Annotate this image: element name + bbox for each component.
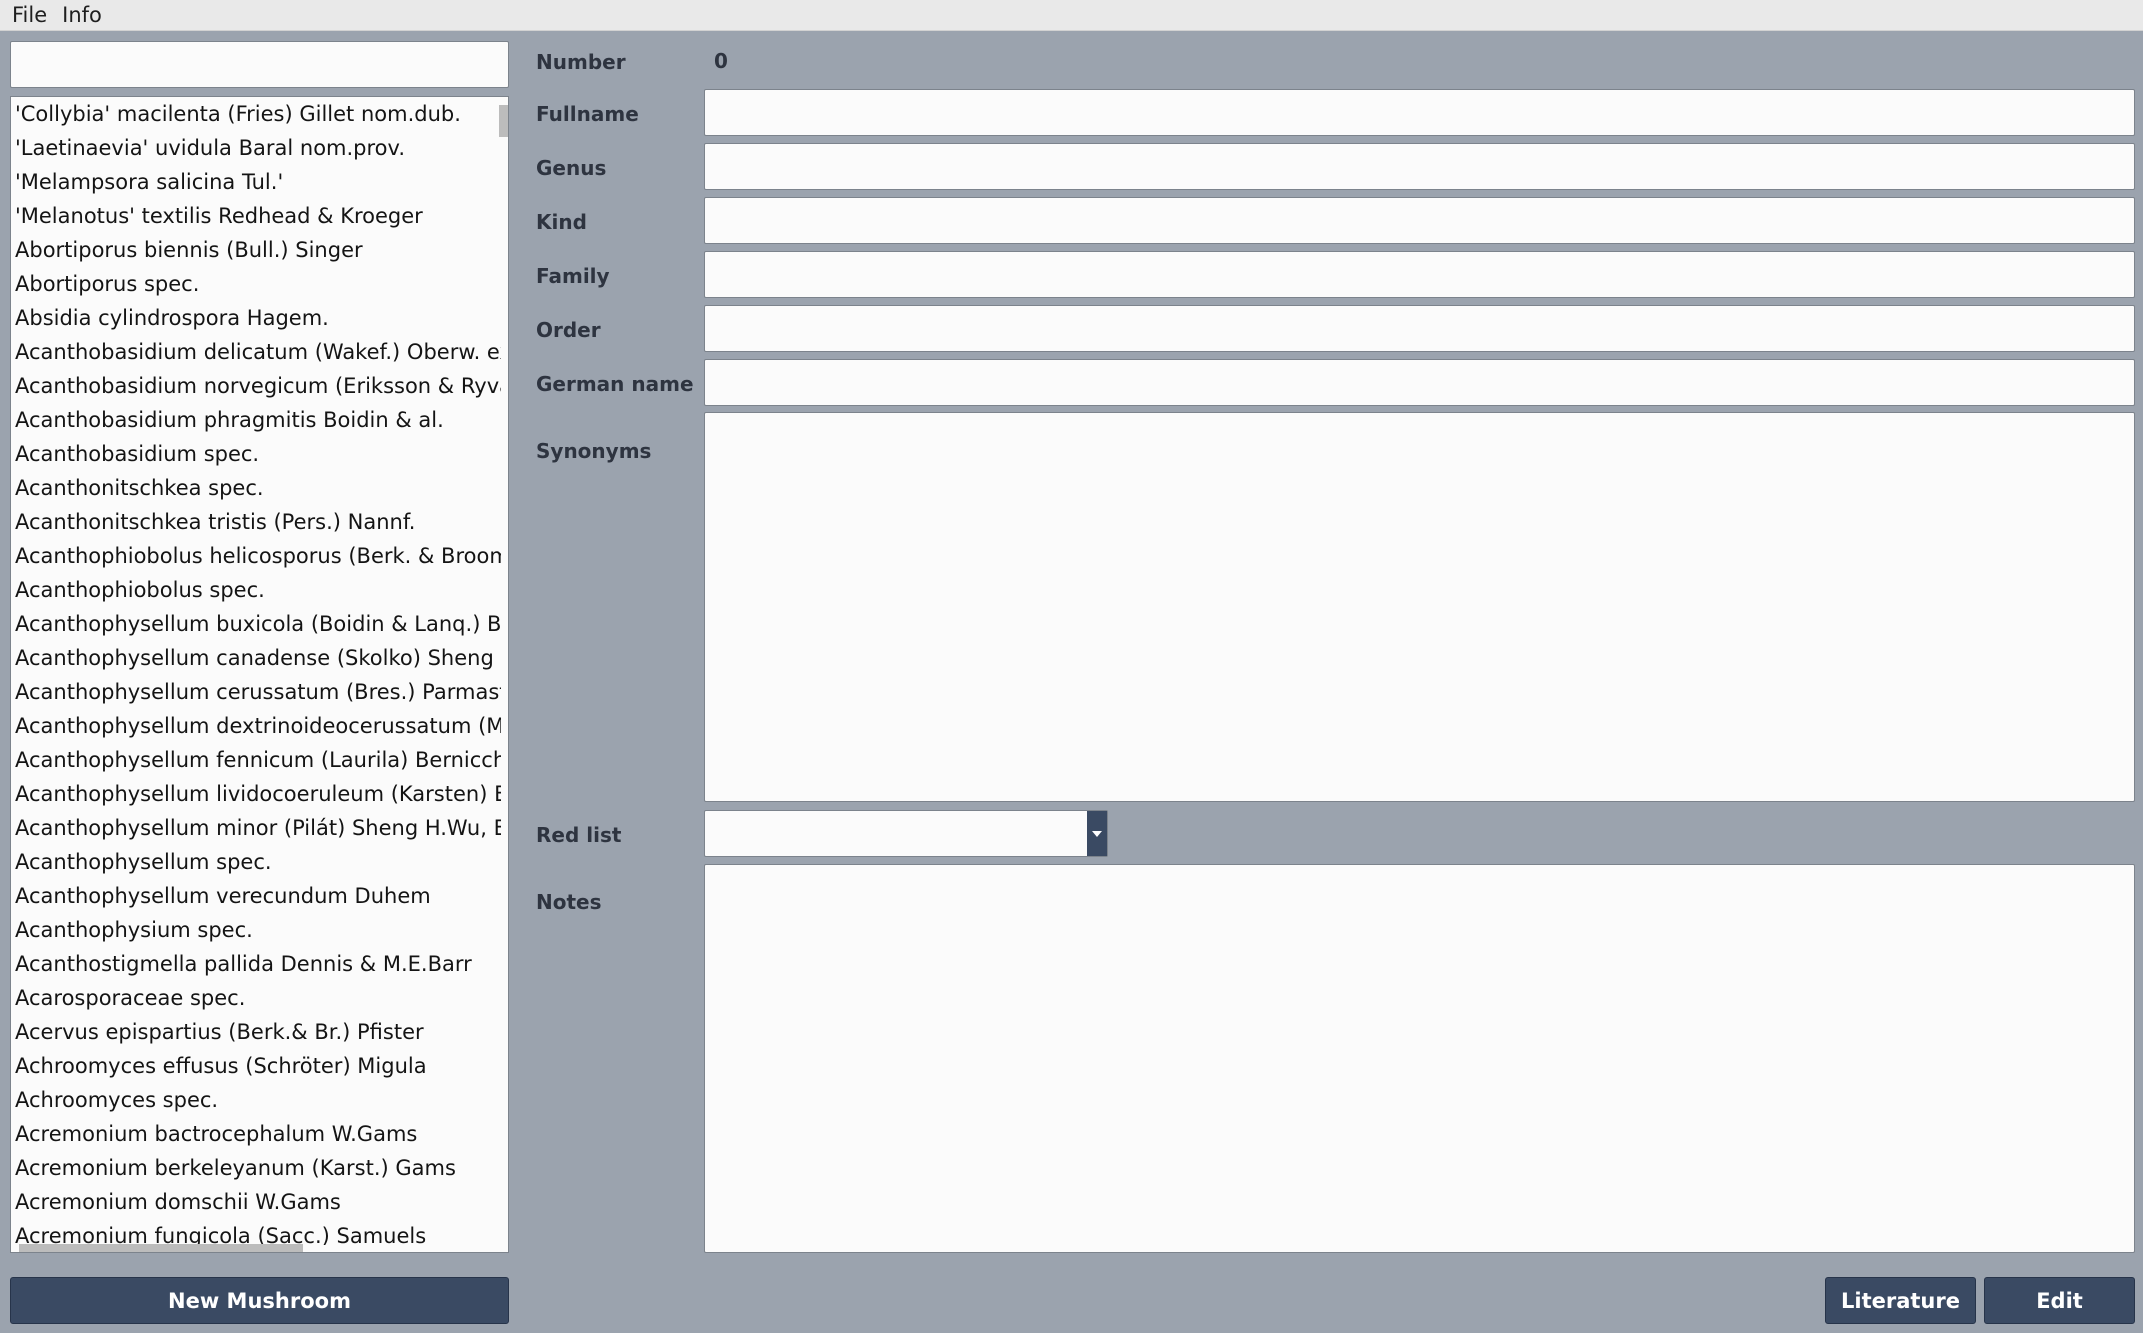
order-field[interactable]	[704, 305, 2135, 352]
order-label: Order	[536, 318, 601, 342]
number-value: 0	[714, 49, 728, 73]
list-item[interactable]: Acanthophysellum fennicum (Laurila) Bern…	[11, 743, 501, 777]
list-item[interactable]: 'Laetinaevia' uvidula Baral nom.prov.	[11, 131, 501, 165]
notes-label: Notes	[536, 890, 602, 914]
list-item[interactable]: Achroomyces spec.	[11, 1083, 501, 1117]
family-label: Family	[536, 264, 610, 288]
notes-field[interactable]	[704, 864, 2135, 1253]
list-item[interactable]: Acanthobasidium norvegicum (Eriksson & R…	[11, 369, 501, 403]
list-item[interactable]: 'Collybia' macilenta (Fries) Gillet nom.…	[11, 97, 501, 131]
genus-field[interactable]	[704, 143, 2135, 190]
kind-field[interactable]	[704, 197, 2135, 244]
list-item[interactable]: Absidia cylindrospora Hagem.	[11, 301, 501, 335]
list-item[interactable]: Acremonium domschii W.Gams	[11, 1185, 501, 1219]
list-item[interactable]: Acanthophysellum verecundum Duhem	[11, 879, 501, 913]
search-input[interactable]	[10, 41, 509, 88]
list-item[interactable]: Acanthophysellum buxicola (Boidin & Lanq…	[11, 607, 501, 641]
new-mushroom-button[interactable]: New Mushroom	[10, 1277, 509, 1324]
list-item[interactable]: Acanthostigmella pallida Dennis & M.E.Ba…	[11, 947, 501, 981]
menu-bar: File Info	[0, 0, 2143, 31]
list-item[interactable]: Acanthobasidium phragmitis Boidin & al.	[11, 403, 501, 437]
list-item[interactable]: Acanthophysellum spec.	[11, 845, 501, 879]
list-item[interactable]: Achroomyces effusus (Schröter) Migula	[11, 1049, 501, 1083]
list-item[interactable]: Acarosporaceae spec.	[11, 981, 501, 1015]
list-item[interactable]: Acervus epispartius (Berk.& Br.) Pfister	[11, 1015, 501, 1049]
list-item[interactable]: Acanthophiobolus spec.	[11, 573, 501, 607]
fullname-label: Fullname	[536, 102, 639, 126]
list-item[interactable]: Abortiporus spec.	[11, 267, 501, 301]
list-item[interactable]: Acremonium berkeleyanum (Karst.) Gams	[11, 1151, 501, 1185]
synonyms-field[interactable]	[704, 412, 2135, 802]
list-item[interactable]: Acremonium bactrocephalum W.Gams	[11, 1117, 501, 1151]
red-list-label: Red list	[536, 823, 622, 847]
list-item[interactable]: Acanthophiobolus helicosporus (Berk. & B…	[11, 539, 501, 573]
vertical-scrollbar[interactable]	[499, 105, 508, 137]
menu-file[interactable]: File	[6, 3, 56, 27]
number-label: Number	[536, 50, 626, 74]
dropdown-arrow-icon[interactable]	[1087, 811, 1107, 856]
list-item[interactable]: Acanthophysellum lividocoeruleum (Karste…	[11, 777, 501, 811]
kind-label: Kind	[536, 210, 587, 234]
genus-label: Genus	[536, 156, 607, 180]
edit-button[interactable]: Edit	[1984, 1277, 2135, 1324]
species-list-items: 'Collybia' macilenta (Fries) Gillet nom.…	[11, 97, 501, 1245]
list-item[interactable]: Acanthophysellum minor (Pilát) Sheng H.W…	[11, 811, 501, 845]
horizontal-scrollbar[interactable]	[19, 1244, 303, 1252]
list-item[interactable]: Acanthobasidium delicatum (Wakef.) Oberw…	[11, 335, 501, 369]
list-item[interactable]: Acanthophysellum cerussatum (Bres.) Parm…	[11, 675, 501, 709]
list-item[interactable]: Acanthobasidium spec.	[11, 437, 501, 471]
list-item[interactable]: Acanthonitschkea tristis (Pers.) Nannf.	[11, 505, 501, 539]
species-list[interactable]: 'Collybia' macilenta (Fries) Gillet nom.…	[10, 96, 509, 1253]
list-item[interactable]: Acanthophysellum dextrinoideocerussatum …	[11, 709, 501, 743]
list-item[interactable]: Acanthophysellum canadense (Skolko) Shen…	[11, 641, 501, 675]
menu-info[interactable]: Info	[56, 3, 111, 27]
german-name-field[interactable]	[704, 359, 2135, 406]
synonyms-label: Synonyms	[536, 439, 652, 463]
literature-button[interactable]: Literature	[1825, 1277, 1976, 1324]
list-item[interactable]: Acanthophysium spec.	[11, 913, 501, 947]
german-name-label: German name	[536, 372, 694, 396]
fullname-field[interactable]	[704, 89, 2135, 136]
red-list-select[interactable]	[704, 810, 1108, 857]
list-item[interactable]: Abortiporus biennis (Bull.) Singer	[11, 233, 501, 267]
list-item[interactable]: 'Melampsora salicina Tul.'	[11, 165, 501, 199]
list-item[interactable]: Acremonium fungicola (Sacc.) Samuels	[11, 1219, 501, 1245]
family-field[interactable]	[704, 251, 2135, 298]
list-item[interactable]: 'Melanotus' textilis Redhead & Kroeger	[11, 199, 501, 233]
list-item[interactable]: Acanthonitschkea spec.	[11, 471, 501, 505]
